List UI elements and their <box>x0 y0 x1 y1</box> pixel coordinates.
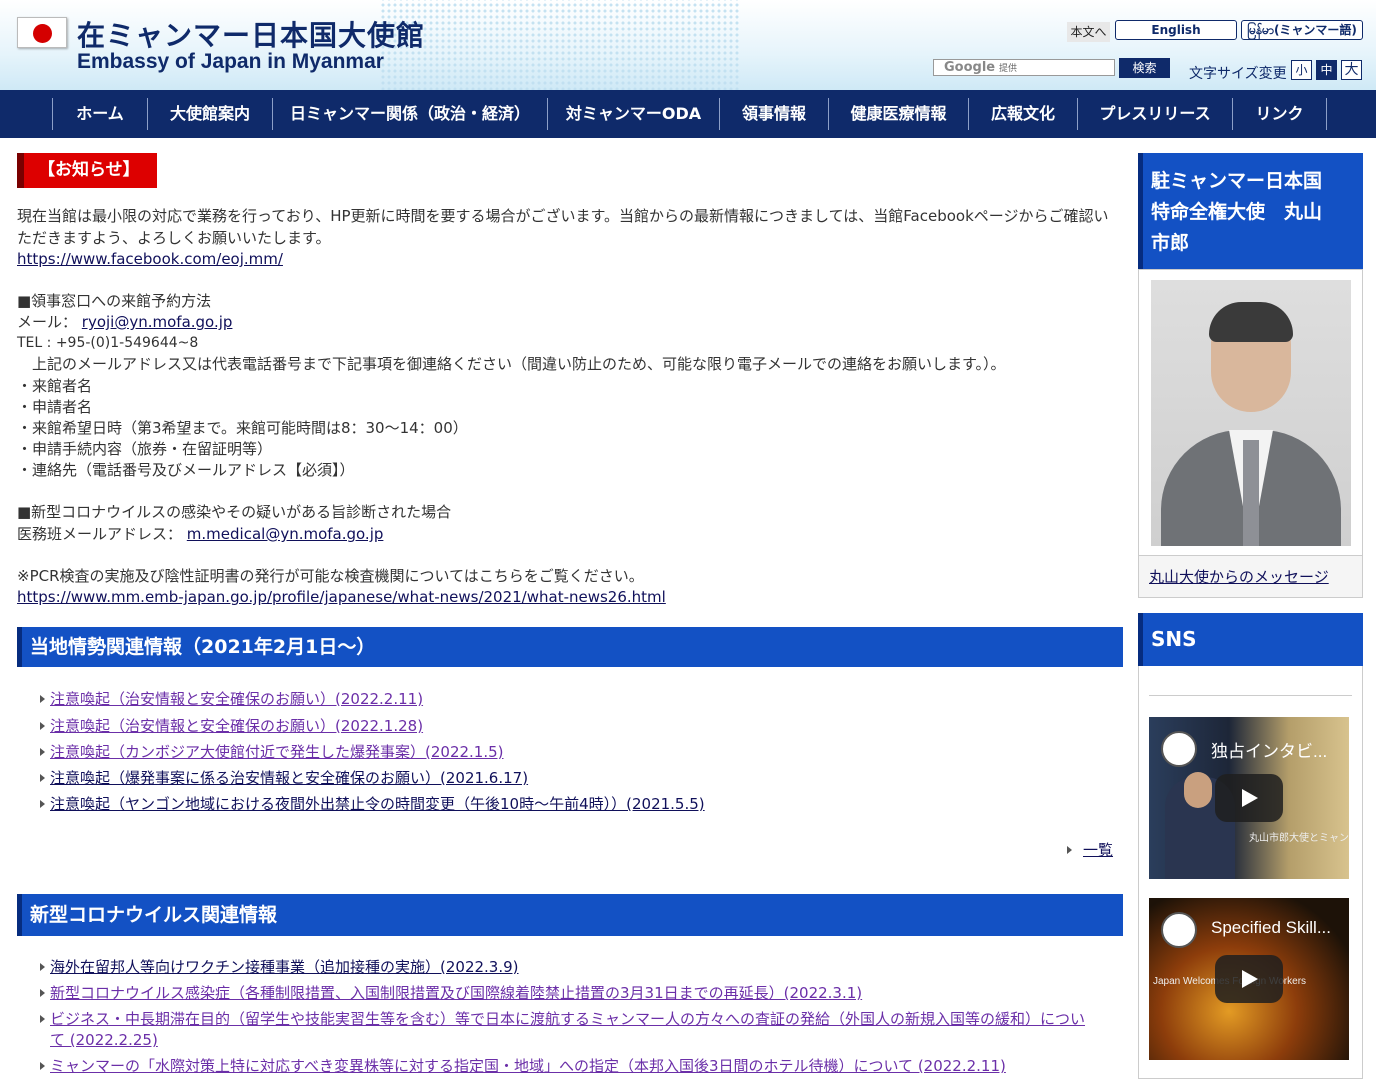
mofa-logo-icon <box>1161 731 1197 767</box>
global-nav: ホーム 大使館案内 日ミャンマー関係（政治・経済） 対ミャンマーODA 領事情報… <box>0 90 1376 138</box>
news-link[interactable]: 注意喚起（治安情報と安全確保のお願い）(2022.2.11) <box>50 689 423 710</box>
nav-press[interactable]: プレスリリース <box>1078 98 1232 130</box>
google-logo: Google <box>944 60 996 75</box>
more-row: 一覧 <box>1067 840 1113 861</box>
more-link[interactable]: 一覧 <box>1083 840 1113 861</box>
list-item-continued: て (2022.2.25) <box>40 1030 158 1051</box>
skip-to-content-link[interactable]: 本文へ <box>1067 22 1110 42</box>
arrow-icon <box>40 963 45 971</box>
list-item: 注意喚起（治安情報と安全確保のお願い）(2022.1.28) <box>40 716 423 737</box>
list-item: ・来館者名 <box>17 377 93 395</box>
arrow-icon <box>40 695 45 703</box>
ambassador-heading: 駐ミャンマー日本国 特命全権大使 丸山 市郎 <box>1138 153 1363 269</box>
search-button[interactable]: 検索 <box>1119 58 1170 78</box>
list-item: ・申請者名 <box>17 398 93 416</box>
font-size-label: 文字サイズ変更 <box>1189 66 1287 82</box>
sns-panel: 独占インタビ... 丸山市郎大使とミャンマーの40年 Specified Ski… <box>1138 666 1363 1079</box>
site-title-en[interactable]: Embassy of Japan in Myanmar <box>77 50 384 74</box>
ambassador-title-line: 駐ミャンマー日本国 <box>1151 170 1323 192</box>
arrow-icon <box>40 1062 45 1070</box>
font-size-small-button[interactable]: 小 <box>1291 60 1312 80</box>
list-item: 注意喚起（ヤンゴン地域における夜間外出禁止令の時間変更（午後10時〜午前4時））… <box>40 794 705 815</box>
nav-oda[interactable]: 対ミャンマーODA <box>548 98 719 130</box>
notice-text-line2: ただきますよう、よろしくお願いいたします。 <box>17 229 331 247</box>
news-link[interactable]: 注意喚起（ヤンゴン地域における夜間外出禁止令の時間変更（午後10時〜午前4時））… <box>50 794 705 815</box>
ambassador-message-link[interactable]: 丸山大使からのメッセージ <box>1149 566 1329 587</box>
nav-consular[interactable]: 領事情報 <box>720 98 828 130</box>
japan-flag-icon <box>17 17 67 48</box>
tel-text: TEL : +95-(0)1-549644~8 <box>17 335 199 351</box>
consular-mail-link[interactable]: ryoji@yn.mofa.go.jp <box>82 313 233 331</box>
search-provided-label: 提供 <box>998 64 1017 74</box>
font-size-large-button[interactable]: 大 <box>1341 60 1362 80</box>
myanmar-language-button[interactable]: မြန်မာ(ミャンマー語) <box>1241 20 1363 40</box>
nav-health[interactable]: 健康医療情報 <box>829 98 968 130</box>
site-title-jp[interactable]: 在ミャンマー日本国大使館 <box>77 14 425 54</box>
news-link[interactable]: 海外在留邦人等向けワクチン接種事業（追加接種の実施）(2022.3.9) <box>50 957 519 978</box>
search-input[interactable]: Google 提供 <box>933 59 1115 76</box>
nav-links[interactable]: リンク <box>1233 98 1326 130</box>
video-title: Specified Skill... <box>1211 918 1331 937</box>
nav-relations[interactable]: 日ミャンマー関係（政治・経済） <box>273 98 547 130</box>
play-icon[interactable] <box>1215 774 1283 822</box>
arrow-icon <box>40 748 45 756</box>
list-item: ビジネス・中長期滞在目的（留学生や技能実習生等を含む）等で日本に渡航するミャンマ… <box>40 1009 1085 1030</box>
pcr-text: ※PCR検査の実施及び陰性証明書の発行が可能な検査機関についてはこちらをご覧くだ… <box>17 567 644 585</box>
youtube-video-2[interactable]: Specified Skill... Japan Welcomes Foreig… <box>1149 898 1349 1060</box>
ambassador-photo <box>1151 280 1351 546</box>
site-header: 在ミャンマー日本国大使館 Embassy of Japan in Myanmar… <box>0 0 1376 90</box>
video-caption: 丸山市郎大使とミャンマーの40年 <box>1249 833 1349 844</box>
news-link[interactable]: 注意喚起（治安情報と安全確保のお願い）(2022.1.28) <box>50 716 423 737</box>
notice-text-line1: 現在当館は最小限の対応で業務を行っており、HP更新に時間を要する場合がございます… <box>17 207 1109 225</box>
list-item: 注意喚起（カンボジア大使館付近で発生した爆発事案）(2022.1.5) <box>40 742 504 763</box>
arrow-icon <box>40 1015 45 1023</box>
arrow-icon <box>40 774 45 782</box>
instruction-text: 上記のメールアドレス又は代表電話番号まで下記事項を御連絡ください（間違い防止のた… <box>17 355 1006 373</box>
divider <box>1149 695 1352 696</box>
list-item: ・申請手続内容（旅券・在留証明等） <box>17 440 273 458</box>
list-item: 注意喚起（治安情報と安全確保のお願い）(2022.2.11) <box>40 689 423 710</box>
notice-tag: 【お知らせ】 <box>17 153 157 188</box>
list-item: 海外在留邦人等向けワクチン接種事業（追加接種の実施）(2022.3.9) <box>40 957 519 978</box>
list-item: 新型コロナウイルス感染症（各種制限措置、入国制限措置及び国際線着陸禁止措置の3月… <box>40 983 862 1004</box>
news-link[interactable]: ビジネス・中長期滞在目的（留学生や技能実習生等を含む）等で日本に渡航するミャンマ… <box>50 1009 1085 1030</box>
covid-title: ■新型コロナウイルスの感染やその疑いがある旨診断された場合 <box>17 503 452 521</box>
nav-culture[interactable]: 広報文化 <box>969 98 1077 130</box>
pcr-link[interactable]: https://www.mm.emb-japan.go.jp/profile/j… <box>17 588 666 606</box>
play-icon[interactable] <box>1215 955 1283 1003</box>
world-map-decoration <box>380 0 740 90</box>
news-link[interactable]: 注意喚起（爆発事案に係る治安情報と安全確保のお願い）(2021.6.17) <box>50 768 528 789</box>
medical-mail-link[interactable]: m.medical@yn.mofa.go.jp <box>187 525 384 543</box>
font-size-medium-button[interactable]: 中 <box>1316 60 1337 80</box>
news-link[interactable]: 注意喚起（カンボジア大使館付近で発生した爆発事案）(2022.1.5) <box>50 742 504 763</box>
section-covid-heading: 新型コロナウイルス関連情報 <box>17 894 1123 936</box>
sns-heading: SNS <box>1138 613 1363 666</box>
arrow-icon <box>40 800 45 808</box>
reserve-title: ■領事窓口への来館予約方法 <box>17 292 212 310</box>
arrow-icon <box>40 722 45 730</box>
mail-label: メール： <box>17 313 78 331</box>
news-link[interactable]: ミャンマーの「水際対策上特に対応すべき変異株等に対する指定国・地域」への指定（本… <box>50 1056 1006 1077</box>
list-item: ・来館希望日時（第3希望まで。来館可能時間は8：30〜14：00） <box>17 419 468 437</box>
arrow-icon <box>40 989 45 997</box>
youtube-video-1[interactable]: 独占インタビ... 丸山市郎大使とミャンマーの40年 <box>1149 717 1349 879</box>
facebook-link[interactable]: https://www.facebook.com/eoj.mm/ <box>17 250 283 268</box>
ambassador-title-line: 特命全権大使 丸山 <box>1151 201 1323 223</box>
english-button[interactable]: English <box>1115 20 1237 40</box>
list-item: ・連絡先（電話番号及びメールアドレス【必須】） <box>17 461 355 479</box>
list-item: 注意喚起（爆発事案に係る治安情報と安全確保のお願い）(2021.6.17) <box>40 768 528 789</box>
medical-label: 医務班メールアドレス： <box>17 525 183 543</box>
ambassador-message-box: 丸山大使からのメッセージ <box>1138 556 1363 598</box>
video-title: 独占インタビ... <box>1211 742 1328 761</box>
ambassador-title-line: 市郎 <box>1151 232 1190 254</box>
news-link[interactable]: て (2022.2.25) <box>50 1030 158 1051</box>
news-link[interactable]: 新型コロナウイルス感染症（各種制限措置、入国制限措置及び国際線着陸禁止措置の3月… <box>50 983 862 1004</box>
mofa-logo-icon <box>1161 912 1197 948</box>
list-item: ミャンマーの「水際対策上特に対応すべき変異株等に対する指定国・地域」への指定（本… <box>40 1056 1006 1077</box>
section-local-heading: 当地情勢関連情報（2021年2月1日〜） <box>17 627 1123 667</box>
arrow-icon <box>1067 846 1072 854</box>
ambassador-photo-frame <box>1138 269 1363 556</box>
nav-embassy-info[interactable]: 大使館案内 <box>148 98 272 130</box>
nav-home[interactable]: ホーム <box>53 98 147 130</box>
